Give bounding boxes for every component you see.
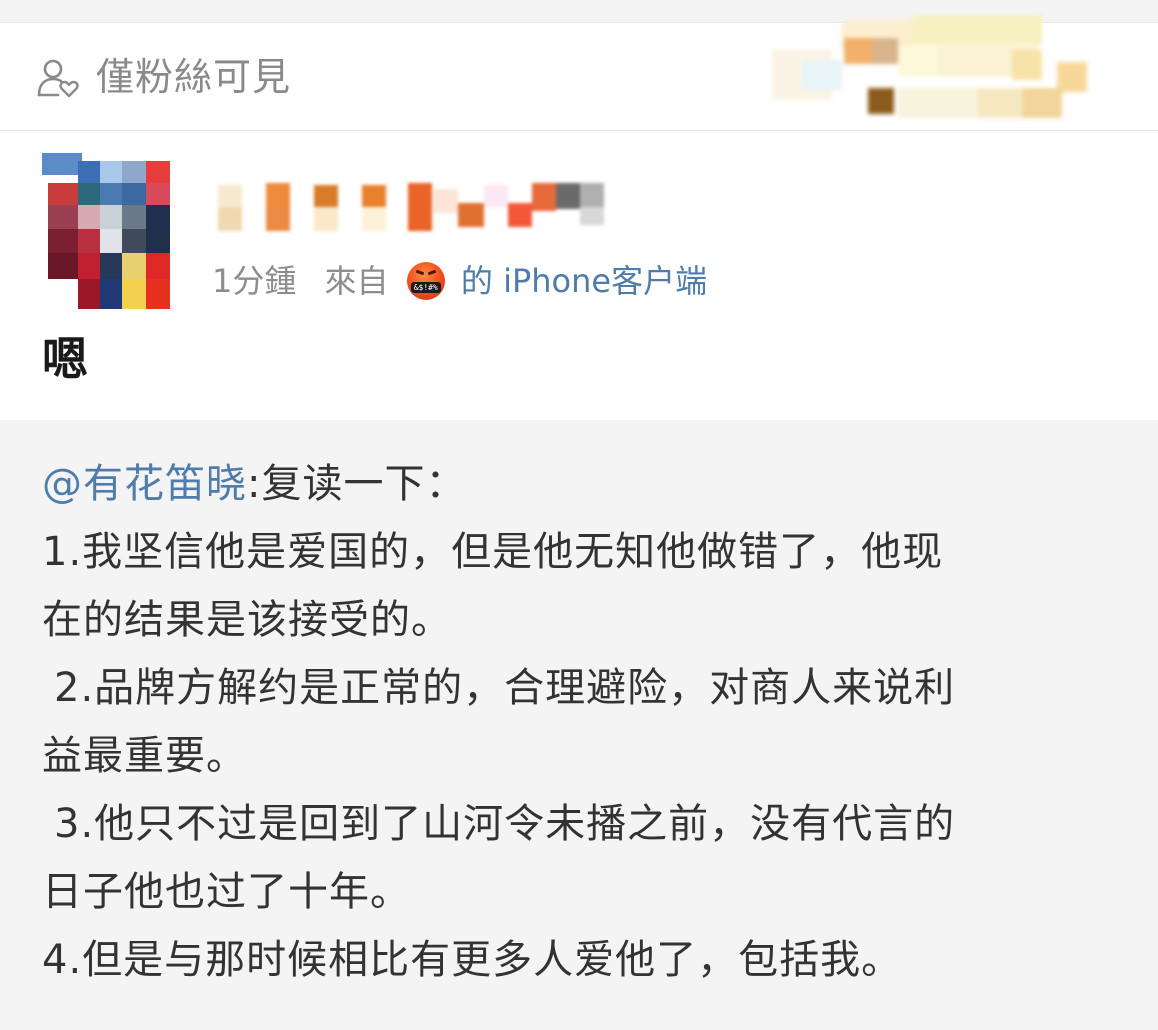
weibo-post: 1分鍾 來自 &$!#% 的 iPhone客户端 嗯 <box>0 131 1158 420</box>
repost-line: 在的结果是该接受的。 <box>42 597 452 643</box>
reposted-content[interactable]: @有花笛晓:复读一下： 1.我坚信他是爱国的，但是他无知他做错了，他现 在的结果… <box>0 420 1158 1030</box>
pixelated-redacted-area <box>772 10 1122 130</box>
post-text: 嗯 <box>42 332 88 386</box>
visibility-label: 僅粉絲可見 <box>96 55 292 99</box>
angry-face-with-symbols-icon: &$!#% <box>406 262 445 300</box>
repost-body: @有花笛晓:复读一下： 1.我坚信他是爱国的，但是他无知他做错了，他现 在的结果… <box>42 450 1132 994</box>
post-time: 1分鍾 <box>212 262 297 300</box>
post-meta: 1分鍾 來自 &$!#% 的 iPhone客户端 <box>212 259 707 303</box>
repost-first-line: @有花笛晓:复读一下： <box>42 450 1132 518</box>
user-avatar[interactable] <box>34 153 170 309</box>
user-heart-icon <box>37 59 79 98</box>
weibo-post-page: 僅粉絲可見 1分鍾 來自 &$!#% 的 iPhone客户端 嗯 @有花笛晓:复… <box>0 0 1158 1030</box>
repost-line: 1.我坚信他是爱国的，但是他无知他做错了，他现 <box>42 529 944 575</box>
username-redacted[interactable] <box>212 179 612 237</box>
repost-line: 益最重要。 <box>42 733 247 779</box>
repost-intro: :复读一下： <box>247 461 467 507</box>
repost-line: 日子他也过了十年。 <box>42 869 411 915</box>
repost-line: 4.但是与那时候相比有更多人爱他了，包括我。 <box>42 937 903 983</box>
repost-line: 2.品牌方解约是正常的，合理避险，对商人来说利 <box>54 665 956 711</box>
emoji-symbols: &$!#% <box>410 282 441 293</box>
repost-line: 3.他只不过是回到了山河令未播之前，没有代言的 <box>54 801 956 847</box>
mention-link[interactable]: @有花笛晓 <box>42 461 247 507</box>
source-prefix: 來自 <box>324 262 389 300</box>
source-client-link[interactable]: 的 iPhone客户端 <box>461 262 707 300</box>
